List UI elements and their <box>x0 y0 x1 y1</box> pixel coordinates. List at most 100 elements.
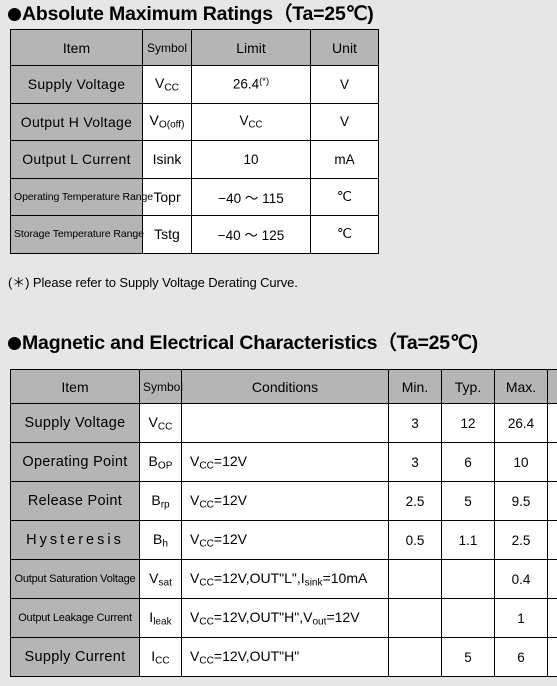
table-body: Supply VoltageVCC31226.4VOperating Point… <box>10 403 557 677</box>
cell-unit: ℃ <box>310 215 379 254</box>
table-row: Output Leakage Current Ileak VCC=12V,OUT"H… <box>10 598 557 638</box>
cell-min: 3 <box>388 442 442 482</box>
cell-min: 2.5 <box>388 481 442 521</box>
table-row: Release PointBrpVCC=12V2.559.5mT <box>10 481 557 521</box>
column-header-item: Item <box>10 369 140 404</box>
cell-item: Supply Voltage <box>10 65 143 104</box>
section-title-text: Magnetic and Electrical Characteristics（… <box>22 332 478 354</box>
cell-unit: mA <box>547 637 557 677</box>
cell-max: 0.4 <box>494 559 548 599</box>
column-header-symbol: Symbol <box>142 29 192 66</box>
table-row: Output L Current Isink 10 mA <box>10 140 379 179</box>
column-header-symbol: Symbol <box>139 369 183 404</box>
table-row: Operating Temperature Range Topr −40 ～ 115… <box>10 177 379 216</box>
cell-limit: 26.4(*) <box>191 65 311 104</box>
cell-typ: 1.1 <box>441 520 495 560</box>
cell-item: Output L Current <box>10 140 143 179</box>
cell-unit: mT <box>547 481 557 521</box>
column-header-conditions: Conditions <box>181 369 389 404</box>
cell-symbol: VCC <box>142 65 192 104</box>
cell-limit: −40 ～ 115 <box>191 177 311 216</box>
magnetic-electrical-characteristics-table-wrapper: Item Symbol Conditions Min. Typ. Max. Un… <box>10 369 557 677</box>
cell-symbol: Vsat <box>139 559 182 599</box>
section-heading-magnetic-and-electrical-characteristics: Magnetic and Electrical Characteristics（… <box>8 332 478 354</box>
table-body: Supply Voltage VCC 26.4(*) V Output H Voltag… <box>10 65 379 254</box>
cell-limit: 10 <box>191 140 311 179</box>
cell-item: Supply Voltage <box>10 403 140 443</box>
table-row: Storage Temperature Range Tstg −40 ～ 125 ℃ <box>10 215 379 254</box>
cell-min <box>388 598 442 638</box>
column-header-item: Item <box>10 29 143 66</box>
column-header-min: Min. <box>388 369 442 404</box>
cell-item: Storage Temperature Range <box>10 215 144 254</box>
table-header-row: Item Symbol Conditions Min. Typ. Max. Un… <box>10 369 557 404</box>
cell-typ <box>441 598 495 638</box>
cell-max: 1 <box>494 598 548 638</box>
cell-unit: mT <box>547 520 557 560</box>
cell-conditions: VCC=12V <box>181 442 389 482</box>
cell-symbol: Brp <box>139 481 182 521</box>
cell-symbol: Tstg <box>142 215 192 254</box>
cell-conditions: VCC=12V,OUT"H" <box>181 637 389 677</box>
cell-item: Hysteresis <box>10 520 140 560</box>
magnetic-electrical-characteristics-table: Item Symbol Conditions Min. Typ. Max. Un… <box>10 369 557 677</box>
cell-limit: −40 ～ 125 <box>191 215 311 254</box>
cell-max: 2.5 <box>494 520 548 560</box>
table-row: Output Saturation Voltage Vsat VCC=12V,OUT… <box>10 559 557 599</box>
cell-item: Output Saturation Voltage <box>10 559 140 599</box>
cell-unit: ℃ <box>310 177 379 216</box>
cell-symbol: BOP <box>139 442 182 482</box>
cell-unit: μA <box>547 598 557 638</box>
cell-item: Output H Voltage <box>10 102 143 141</box>
column-header-max: Max. <box>494 369 548 404</box>
table-row: Supply Voltage VCC 26.4(*) V <box>10 65 379 104</box>
cell-max: 9.5 <box>494 481 548 521</box>
cell-item: Output Leakage Current <box>10 598 140 638</box>
cell-conditions: VCC=12V,OUT"L",Isink=10mA <box>181 559 389 599</box>
cell-symbol: ICC <box>139 637 182 677</box>
cell-typ: 5 <box>441 637 495 677</box>
section-heading-absolute-maximum-ratings: Absolute Maximum Ratings（Ta=25℃) <box>8 3 374 25</box>
cell-min: 0.5 <box>388 520 442 560</box>
cell-symbol: Isink <box>142 140 192 179</box>
table-row: Supply CurrentICCVCC=12V,OUT"H" 56mA <box>10 637 557 677</box>
column-header-typ: Typ. <box>441 369 495 404</box>
cell-min: 3 <box>388 403 442 443</box>
cell-typ: 5 <box>441 481 495 521</box>
cell-conditions: VCC=12V <box>181 481 389 521</box>
table-row: Operating PointBOPVCC=12V3610mT <box>10 442 557 482</box>
cell-limit: VCC <box>191 102 311 141</box>
cell-unit: mT <box>547 442 557 482</box>
cell-conditions: VCC=12V,OUT"H",Vout=12V <box>181 598 389 638</box>
cell-unit: mA <box>310 140 379 179</box>
cell-symbol: VO(off) <box>142 102 192 141</box>
cell-unit: V <box>310 102 379 141</box>
cell-typ: 12 <box>441 403 495 443</box>
cell-typ <box>441 559 495 599</box>
cell-symbol: VCC <box>139 403 182 443</box>
cell-item: Operating Temperature Range <box>10 177 153 216</box>
cell-item: Operating Point <box>10 442 140 482</box>
column-header-unit: Unit <box>547 369 557 404</box>
cell-conditions <box>181 403 389 443</box>
absolute-maximum-ratings-table-wrapper: Item Symbol Limit Unit Supply Voltage VCC… <box>10 29 379 254</box>
table-row: Output H Voltage VO(off) VCC V <box>10 102 379 141</box>
column-header-unit: Unit <box>310 29 379 66</box>
cell-item: Release Point <box>10 481 140 521</box>
table-row: Supply VoltageVCC 31226.4V <box>10 403 557 443</box>
cell-item: Supply Current <box>10 637 140 677</box>
table-header-row: Item Symbol Limit Unit <box>10 29 379 66</box>
cell-unit: V <box>547 403 557 443</box>
cell-min <box>388 637 442 677</box>
table-row: HysteresisBhVCC=12V0.51.12.5mT <box>10 520 557 560</box>
cell-typ: 6 <box>441 442 495 482</box>
filled-circle-icon <box>8 8 21 21</box>
footnote-derating-curve: (＊) Please refer to Supply Voltage Derat… <box>8 275 298 290</box>
cell-min <box>388 559 442 599</box>
absolute-maximum-ratings-table: Item Symbol Limit Unit Supply Voltage VCC… <box>10 29 379 254</box>
section-title-text: Absolute Maximum Ratings（Ta=25℃) <box>22 3 374 25</box>
column-header-limit: Limit <box>191 29 311 66</box>
cell-max: 10 <box>494 442 548 482</box>
filled-circle-icon <box>8 337 21 350</box>
cell-unit: V <box>547 559 557 599</box>
